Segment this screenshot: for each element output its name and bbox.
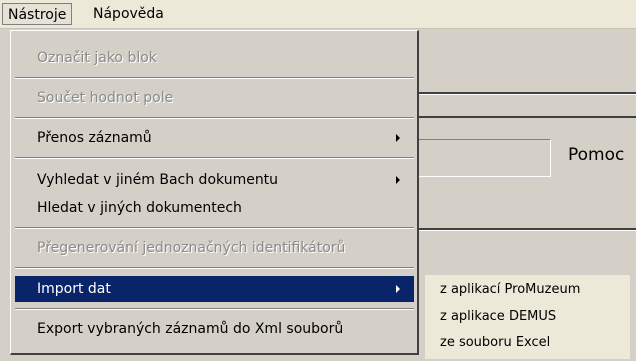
pomoc-field[interactable] [417, 139, 551, 177]
menu-item-prenos-zaznamu[interactable]: Přenos záznamů [15, 125, 414, 151]
menu-item-label: Vyhledat v jiném Bach dokumentu [37, 172, 279, 188]
menu-item-hledat-v-jinych-dokumentech[interactable]: Hledat v jiných dokumentech [15, 195, 414, 221]
menu-separator [15, 77, 414, 79]
menu-separator [15, 157, 414, 159]
pomoc-label: Pomoc [568, 145, 625, 165]
menu-item-vyhledat-v-jinem-bach-dokumentu[interactable]: Vyhledat v jiném Bach dokumentu [15, 167, 414, 193]
menu-item-label: Export vybraných záznamů do Xml souborů [37, 321, 344, 337]
bg-divider-highlight [419, 94, 636, 95]
menu-separator [15, 227, 414, 229]
menu-item-oznacit-jako-blok: Označit jako blok [15, 45, 414, 71]
menu-item-label: Přenos záznamů [37, 130, 152, 146]
menu-item-label: Označit jako blok [37, 50, 157, 66]
menu-separator [15, 267, 414, 269]
tools-dropdown-menu: Označit jako blok Součet hodnot pole Pře… [10, 30, 419, 355]
menu-napoveda[interactable]: Nápověda [88, 3, 169, 25]
menu-item-label: Přegenerování jednoznačných identifikáto… [37, 240, 346, 256]
menu-nastroje[interactable]: Nástroje [2, 3, 73, 25]
menu-item-export-xml[interactable]: Export vybraných záznamů do Xml souborů [15, 316, 414, 342]
bg-divider [419, 116, 636, 118]
submenu-item-excel[interactable]: ze souboru Excel [440, 331, 550, 355]
menu-bar: Nástroje Nápověda [0, 0, 636, 29]
submenu-item-demus[interactable]: z aplikace DEMUS [440, 305, 556, 329]
menu-item-label: Součet hodnot pole [37, 90, 174, 106]
menu-separator [15, 117, 414, 119]
menu-item-import-dat[interactable]: Import dat [15, 276, 414, 302]
menu-item-soucet-hodnot-pole: Součet hodnot pole [15, 85, 414, 111]
menu-item-label: Hledat v jiných dokumentech [37, 200, 242, 216]
menu-item-label: Import dat [37, 281, 111, 297]
menu-separator [15, 308, 414, 310]
submenu-arrow-icon [396, 134, 400, 142]
submenu-item-promuzeum[interactable]: z aplikací ProMuzeum [440, 278, 580, 302]
bg-divider-highlight [419, 230, 636, 231]
submenu-arrow-icon [396, 285, 400, 293]
import-submenu: z aplikací ProMuzeum z aplikace DEMUS ze… [425, 275, 630, 359]
menu-item-pregenerovani-identifikatoru: Přegenerování jednoznačných identifikáto… [15, 235, 414, 261]
submenu-arrow-icon [396, 176, 400, 184]
